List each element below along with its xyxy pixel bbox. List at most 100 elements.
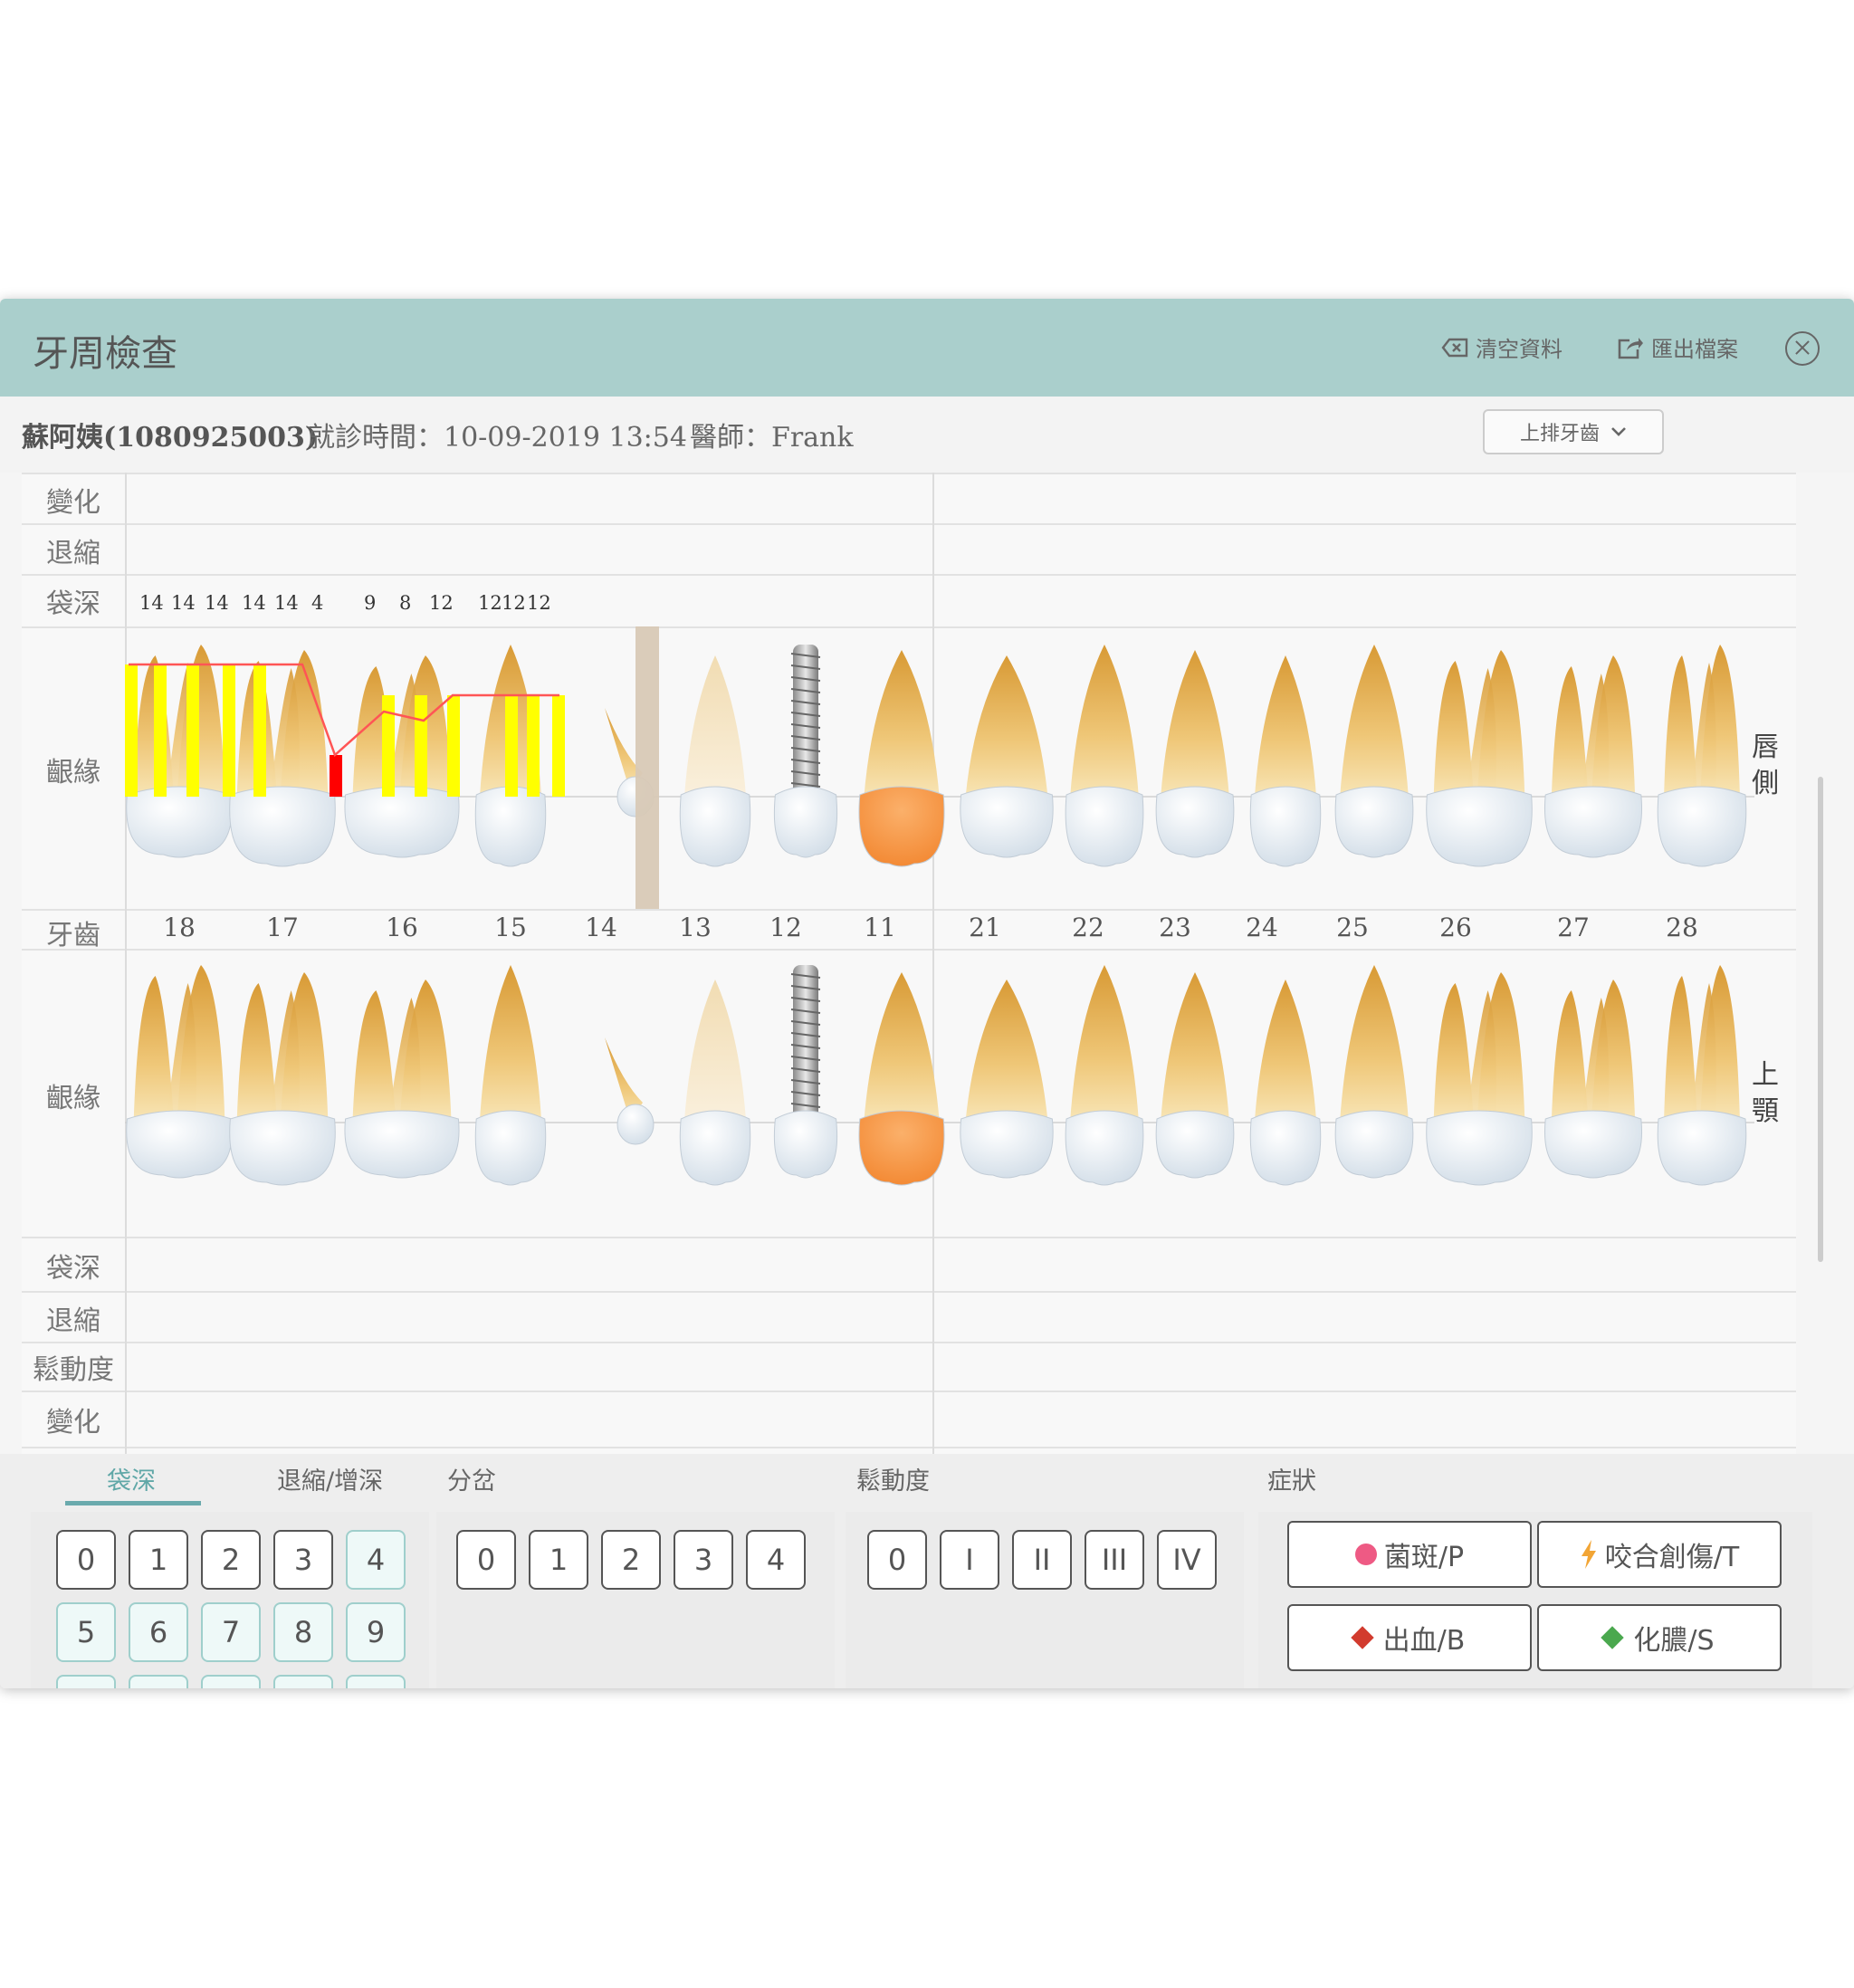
tooth-shape[interactable]: [1334, 645, 1414, 858]
tooth-shape[interactable]: [474, 965, 547, 1186]
suppuration-button[interactable]: 化膿/S: [1537, 1604, 1782, 1671]
key-8[interactable]: 8: [273, 1602, 333, 1662]
key-3[interactable]: 3: [273, 1530, 333, 1590]
key-more[interactable]: [273, 1675, 333, 1688]
tooth-number[interactable]: 24: [1235, 913, 1289, 942]
palatal-teeth-diagram[interactable]: [125, 949, 1796, 1237]
key-more[interactable]: [56, 1675, 116, 1688]
tooth-shape[interactable]: [1065, 965, 1144, 1186]
furcation-key-3[interactable]: 3: [674, 1530, 733, 1590]
tooth-shape[interactable]: [773, 645, 838, 858]
tab-pocket-depth[interactable]: 袋深: [107, 1461, 156, 1496]
key-more[interactable]: [346, 1675, 406, 1688]
tooth-number[interactable]: 28: [1655, 913, 1709, 942]
tooth-number[interactable]: 27: [1546, 913, 1601, 942]
tooth-shape[interactable]: [1657, 645, 1747, 867]
pocket-depth-value[interactable]: 8: [399, 592, 411, 614]
tooth-number[interactable]: 12: [759, 913, 813, 942]
pocket-depth-value[interactable]: 12: [502, 592, 526, 614]
pocket-bar: [527, 695, 540, 797]
export-file-button[interactable]: 匯出檔案: [1617, 331, 1738, 363]
furcation-key-0[interactable]: 0: [456, 1530, 516, 1590]
tooth-number[interactable]: 16: [375, 913, 429, 942]
row-label-recession: 退縮: [46, 538, 100, 569]
pocket-depth-value[interactable]: 14: [274, 592, 299, 614]
tooth-shape[interactable]: [1249, 980, 1322, 1186]
key-4[interactable]: 4: [346, 1530, 406, 1590]
tooth-shape[interactable]: [679, 655, 751, 867]
tooth-number[interactable]: 23: [1148, 913, 1202, 942]
key-6[interactable]: 6: [129, 1602, 188, 1662]
tooth-shape[interactable]: [1155, 650, 1235, 858]
pocket-depth-value[interactable]: 12: [429, 592, 454, 614]
key-2[interactable]: 2: [201, 1530, 261, 1590]
tooth-shape[interactable]: [1334, 965, 1414, 1179]
tooth-number[interactable]: 14: [574, 913, 628, 942]
tooth-shape[interactable]: [960, 980, 1054, 1179]
pocket-depth-value[interactable]: 4: [311, 592, 323, 614]
key-0[interactable]: 0: [56, 1530, 116, 1590]
furcation-key-2[interactable]: 2: [601, 1530, 661, 1590]
tooth-shape[interactable]: [1543, 655, 1643, 858]
tooth-shape[interactable]: [344, 655, 460, 858]
tooth-number[interactable]: 11: [853, 913, 907, 942]
tooth-shape[interactable]: [858, 972, 945, 1186]
close-icon[interactable]: [1785, 331, 1820, 366]
tooth-shape[interactable]: [1543, 980, 1643, 1179]
arch-select[interactable]: 上排牙齒: [1483, 409, 1664, 454]
key-5[interactable]: 5: [56, 1602, 116, 1662]
tooth-shape[interactable]: [679, 980, 751, 1186]
tooth-shape[interactable]: [1426, 972, 1533, 1186]
tooth-shape[interactable]: [1249, 655, 1322, 867]
tooth-number[interactable]: 22: [1061, 913, 1115, 942]
mobility-key-3[interactable]: III: [1085, 1530, 1144, 1590]
tooth-shape[interactable]: [344, 980, 460, 1179]
pocket-depth-value[interactable]: 9: [364, 592, 376, 614]
pocket-depth-value[interactable]: 14: [139, 592, 164, 614]
key-more[interactable]: [201, 1675, 261, 1688]
pocket-depth-value[interactable]: 12: [478, 592, 502, 614]
tooth-number[interactable]: 18: [152, 913, 206, 942]
mobility-key-0[interactable]: 0: [867, 1530, 927, 1590]
key-7[interactable]: 7: [201, 1602, 261, 1662]
plaque-button[interactable]: 菌斑/P: [1287, 1521, 1532, 1588]
tab-recession[interactable]: 退縮/增深: [277, 1461, 383, 1496]
furcation-key-1[interactable]: 1: [529, 1530, 588, 1590]
pocket-depth-value[interactable]: 12: [527, 592, 551, 614]
key-1[interactable]: 1: [129, 1530, 188, 1590]
pocket-bar: [125, 664, 138, 797]
clear-data-button[interactable]: 清空資料: [1441, 331, 1563, 363]
chart-scrollbar[interactable]: [1818, 777, 1823, 1262]
tooth-shape[interactable]: [1426, 650, 1533, 867]
tooth-shape[interactable]: [229, 650, 336, 867]
tooth-shape[interactable]: [229, 972, 336, 1186]
mobility-key-2[interactable]: II: [1012, 1530, 1072, 1590]
tooth-shape[interactable]: [1155, 972, 1235, 1179]
tooth-number[interactable]: 21: [958, 913, 1012, 942]
tooth-number[interactable]: 25: [1325, 913, 1380, 942]
tooth-number[interactable]: 15: [483, 913, 538, 942]
tooth-shape[interactable]: [1657, 965, 1747, 1186]
tooth-shape[interactable]: [126, 645, 233, 858]
tooth-shape[interactable]: [126, 965, 233, 1179]
tooth-shape[interactable]: [858, 650, 945, 867]
key-more[interactable]: [129, 1675, 188, 1688]
pocket-depth-value[interactable]: 14: [171, 592, 196, 614]
key-9[interactable]: 9: [346, 1602, 406, 1662]
mobility-key-1[interactable]: I: [940, 1530, 999, 1590]
symptom-title: 症狀: [1267, 1467, 1316, 1496]
upper-teeth-diagram[interactable]: [125, 626, 1796, 909]
mobility-key-4[interactable]: IV: [1157, 1530, 1217, 1590]
tooth-shape[interactable]: [773, 965, 838, 1179]
occlusal-trauma-button[interactable]: 咬合創傷/T: [1537, 1521, 1782, 1588]
pocket-depth-value[interactable]: 14: [242, 592, 266, 614]
patient-name: 蘇阿姨(1080925003): [22, 422, 319, 454]
tooth-number[interactable]: 13: [668, 913, 722, 942]
tooth-shape[interactable]: [960, 655, 1054, 858]
furcation-key-4[interactable]: 4: [746, 1530, 806, 1590]
tooth-number[interactable]: 26: [1429, 913, 1483, 942]
tooth-number[interactable]: 17: [255, 913, 310, 942]
tooth-shape[interactable]: [1065, 645, 1144, 867]
bleeding-button[interactable]: 出血/B: [1287, 1604, 1532, 1671]
pocket-depth-value[interactable]: 14: [205, 592, 229, 614]
